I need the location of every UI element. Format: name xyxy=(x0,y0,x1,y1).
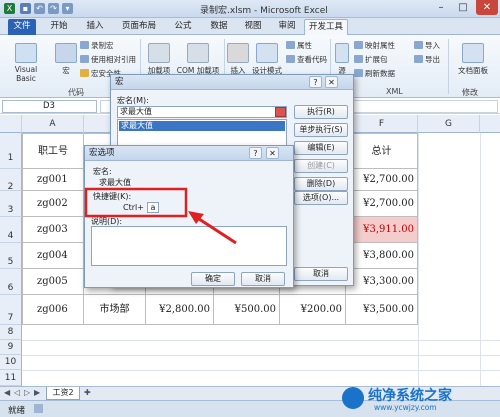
annotation-overlay xyxy=(84,187,237,245)
watermark-globe-icon xyxy=(342,387,364,409)
watermark-url: www.ycwjzy.com xyxy=(374,403,437,412)
shortcut-highlight-box xyxy=(84,187,188,218)
watermark-logo: 纯净系统之家 www.ycwjzy.com xyxy=(342,385,492,415)
annotation-arrow-shaft xyxy=(195,215,237,245)
watermark-title: 纯净系统之家 xyxy=(368,388,452,404)
